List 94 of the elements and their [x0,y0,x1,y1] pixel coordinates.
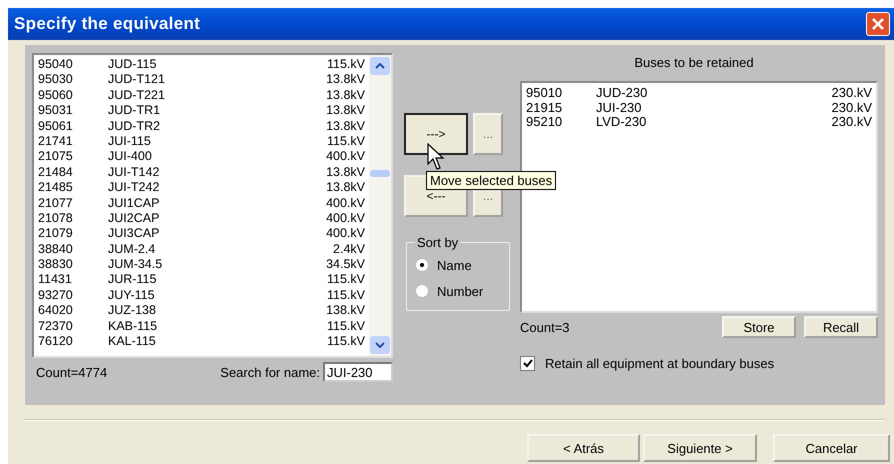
bus-number: 38840 [38,242,74,258]
bus-voltage: 400.kV [325,196,365,211]
bus-number: 11431 [38,272,73,288]
bus-number: 93270 [38,288,74,304]
bus-voltage: 115.kV [326,134,365,150]
available-count: Count=4774 [36,364,108,380]
bus-voltage: 115.kV [326,288,365,304]
bus-name: JUI1CAP [108,196,160,211]
bus-voltage: 13.8kV [325,72,365,88]
close-icon[interactable] [866,12,890,36]
bus-voltage: 138.kV [325,303,365,319]
bus-voltage: 230.kV [830,86,872,100]
bus-name: JUY-115 [108,288,156,304]
more-button[interactable]: ... [473,113,503,155]
bus-number: 95030 [38,72,74,88]
cursor-icon [427,143,447,171]
bus-voltage: 400.kV [325,149,365,165]
bus-voltage: 13.8kV [325,118,365,134]
bus-voltage: 13.8kV [325,88,365,104]
bus-name: LVD-230 [596,115,648,130]
bus-name: JUI-T242 [108,180,160,196]
bus-name: JUD-TR2 [108,118,162,134]
scroll-up-icon[interactable] [370,57,390,75]
bus-number: 95031 [38,103,74,119]
move-right-button[interactable]: ---> [404,113,468,155]
recall-button[interactable]: Recall [804,316,878,338]
scroll-down-icon[interactable] [370,336,390,354]
bus-name: JUI2CAP [108,210,160,226]
bus-name: KAL-115 [108,334,157,350]
bus-name: JUD-T221 [108,88,166,104]
bus-voltage: 34.5kV [325,257,365,272]
window-title: Specify the equivalent [14,14,200,34]
bus-voltage: 115.kV [326,57,365,72]
bus-name: JUI-T142 [108,164,160,180]
bus-name: JUD-230 [596,86,648,100]
radio-label[interactable]: Number [437,284,484,298]
scrollbar[interactable] [369,55,391,356]
bus-voltage: 13.8kV [325,103,365,119]
bus-voltage: 230.kV [830,115,872,130]
bus-voltage: 400.kV [325,226,365,242]
bus-number: 21741 [38,134,74,150]
bus-name: KAB-115 [108,318,158,334]
bus-name: JUD-115 [108,57,158,72]
radio-label[interactable]: Name [437,258,472,272]
bus-voltage: 400.kV [325,210,365,226]
store-button[interactable]: Store [722,316,796,338]
bus-name: JUI-400 [108,149,153,165]
retained-title: Buses to be retained [633,54,755,72]
retained-count: Count=3 [520,320,571,334]
bus-name: JUM-2.4 [108,242,156,258]
bus-voltage: 2.4kV [332,242,365,258]
bus-voltage: 115.kV [326,272,365,288]
bus-name: JUI-230 [596,100,643,115]
checkbox[interactable] [520,356,535,371]
bus-voltage: 115.kV [326,318,365,334]
nav-button[interactable]: Siguiente > [643,434,757,462]
bus-name: JUR-115 [108,272,158,288]
bus-number: 38830 [38,257,74,272]
bus-name: JUD-TR1 [108,103,162,119]
bus-number: 76120 [38,334,74,350]
tooltip: Move selected buses [426,171,556,190]
checkbox-label[interactable]: Retain all equipment at boundary buses [545,356,774,371]
bus-name: JUZ-138 [108,303,157,319]
search-field[interactable]: JUI-230 [323,362,393,382]
bus-number: 21484 [38,164,74,180]
bus-name: JUD-T121 [108,72,166,88]
nav-button[interactable]: < Atrás [527,434,640,462]
bus-number: 95010 [526,86,564,100]
bus-voltage: 115.kV [326,334,365,350]
bus-number: 95210 [526,115,564,130]
bus-voltage: 230.kV [830,100,872,115]
bus-voltage: 13.8kV [325,180,365,196]
bus-number: 95060 [38,88,74,104]
scroll-thumb[interactable] [370,170,390,177]
bus-number: 95040 [38,57,74,72]
available-bus-list[interactable] [32,53,393,358]
bus-number: 21075 [38,149,74,165]
bus-name: JUM-34.5 [108,257,164,272]
nav-button[interactable]: Cancelar [773,434,890,462]
bus-number: 21077 [38,196,74,211]
radio-button[interactable] [415,284,429,298]
bus-number: 21078 [38,210,74,226]
sort-title: Sort by [416,235,460,250]
bus-voltage: 13.8kV [325,164,365,180]
bus-number: 95061 [38,118,74,134]
search-label: Search for name: [220,364,320,380]
bus-number: 72370 [38,318,74,334]
bus-number: 21915 [526,100,564,115]
bus-name: JUI3CAP [108,226,160,242]
bus-number: 21079 [38,226,74,242]
radio-button[interactable] [415,258,429,272]
bus-number: 21485 [38,180,74,196]
bus-name: JUI-115 [108,134,152,150]
bus-number: 64020 [38,303,74,319]
